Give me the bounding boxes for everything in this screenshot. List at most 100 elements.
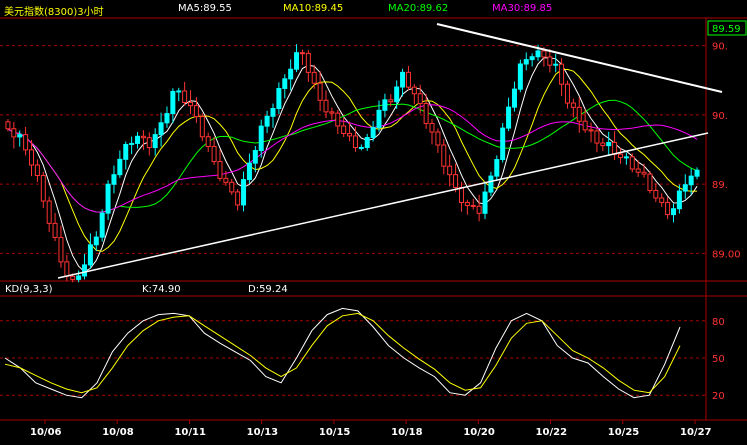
candle-body (152, 134, 158, 149)
candle-body (193, 105, 199, 118)
candle-body (506, 106, 512, 129)
candle-body (606, 141, 612, 147)
date-label: 10/27 (680, 427, 712, 438)
candle-body (517, 63, 523, 90)
candle-body (453, 174, 459, 188)
candle-body (105, 183, 111, 214)
candle-body (564, 83, 570, 104)
candle-body (641, 171, 647, 175)
candle-body (547, 56, 553, 66)
candle-body (535, 50, 541, 58)
d-value-label: D:59.24 (248, 284, 288, 295)
date-label: 10/13 (247, 427, 279, 438)
candle-body (382, 99, 388, 111)
kd-tick-label: 50 (712, 354, 725, 365)
candle-body (135, 135, 141, 144)
candle-body (482, 191, 488, 214)
candle-body (87, 244, 93, 266)
candle-body (400, 71, 406, 88)
candle-body (117, 158, 123, 176)
candle-body (93, 236, 99, 246)
candle-body (223, 177, 229, 183)
candle-body (376, 109, 382, 129)
candle-body (347, 132, 353, 137)
candle-body (352, 135, 358, 148)
candle-body (411, 86, 417, 95)
chart-title: 美元指数(8300)3小时 (4, 7, 104, 18)
candle-body (211, 145, 217, 163)
candle-body (140, 135, 146, 139)
candle-body (258, 125, 264, 152)
date-label: 10/06 (30, 427, 62, 438)
candle-body (23, 134, 29, 151)
candle-body (46, 200, 52, 224)
candle-body (676, 190, 682, 210)
candle-body (394, 86, 400, 103)
date-label: 10/22 (536, 427, 568, 438)
candle-body (111, 174, 117, 185)
candle-body (500, 127, 506, 161)
candle-body (553, 63, 559, 66)
candle-body (64, 261, 70, 277)
candle-body (317, 82, 323, 101)
candle-body (5, 121, 11, 130)
candle-body (52, 222, 58, 238)
ma5-label: MA5:89.55 (178, 3, 232, 14)
candle-body (429, 122, 435, 133)
candle-body (323, 99, 329, 113)
date-label: 10/08 (102, 427, 134, 438)
date-label: 10/15 (319, 427, 351, 438)
kd-tick-label: 80 (712, 317, 725, 328)
candle-body (529, 56, 535, 61)
candle-body (435, 131, 441, 146)
candle-body (170, 90, 176, 115)
kd-indicator-label: KD(9,3,3) (5, 284, 53, 295)
candle-body (570, 102, 576, 108)
candle-body (164, 113, 170, 124)
candle-body (688, 175, 694, 186)
candle-body (123, 143, 129, 160)
price-tick-label: 90. (712, 42, 728, 53)
candle-body (205, 136, 211, 147)
candle-body (576, 106, 582, 122)
candle-body (559, 63, 565, 85)
candle-body (470, 204, 476, 207)
candle-body (364, 137, 370, 148)
candle-body (58, 236, 64, 263)
candle-body (246, 162, 252, 181)
candle-body (335, 112, 341, 127)
price-tick-label: 90. (712, 111, 728, 122)
candle-body (34, 164, 40, 177)
candle-body (594, 130, 600, 144)
candle-body (270, 108, 276, 117)
candle-body (176, 90, 182, 93)
candle-body (417, 93, 423, 105)
candle-body (588, 129, 594, 132)
candle-body (299, 52, 305, 55)
candle-body (294, 52, 300, 70)
kd-tick-label: 20 (712, 391, 725, 402)
candle-body (647, 173, 653, 192)
date-label: 10/11 (174, 427, 206, 438)
candle-body (600, 142, 606, 147)
candle-body (129, 142, 135, 145)
candle-body (617, 153, 623, 158)
chart-canvas: 90. 90. 89. 89.00 89.59 80 50 20 10/06 10/08 10/1… (0, 0, 747, 445)
candle-body (476, 205, 482, 214)
candle-body (447, 165, 453, 176)
candle-body (288, 68, 294, 80)
date-label: 10/20 (463, 427, 495, 438)
candle-body (464, 202, 470, 206)
candle-body (229, 181, 235, 193)
candle-body (541, 50, 547, 58)
price-tick-label: 89.00 (712, 249, 741, 260)
candle-body (623, 156, 629, 159)
candle-body (235, 191, 241, 206)
candle-body (70, 275, 76, 280)
candle-body (241, 179, 247, 206)
candle-body (358, 146, 364, 149)
candle-body (217, 161, 223, 179)
candle-body (370, 127, 376, 139)
candle-body (29, 149, 35, 166)
candle-body (523, 59, 529, 65)
